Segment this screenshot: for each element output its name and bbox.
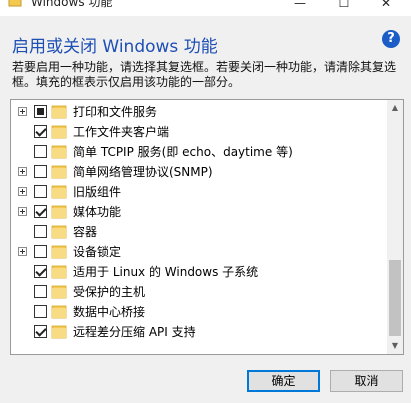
feature-label: 远程差分压缩 API 支持 bbox=[73, 325, 196, 339]
windows-features-icon bbox=[8, 0, 22, 7]
feature-label: 受保护的主机 bbox=[73, 285, 146, 299]
feature-label: 适用于 Linux 的 Windows 子系统 bbox=[73, 265, 259, 279]
feature-label: 工作文件夹客户端 bbox=[73, 125, 170, 139]
feature-checkbox[interactable] bbox=[34, 265, 47, 278]
feature-row[interactable]: 简单网络管理协议(SNMP) bbox=[11, 163, 387, 183]
folder-icon bbox=[51, 125, 67, 139]
expand-plus-icon[interactable] bbox=[18, 207, 27, 216]
expand-plus-icon[interactable] bbox=[18, 187, 27, 196]
feature-checkbox[interactable] bbox=[34, 325, 47, 338]
folder-icon bbox=[51, 285, 67, 299]
feature-row[interactable]: 旧版组件 bbox=[11, 183, 387, 203]
expand-plus-icon[interactable] bbox=[18, 247, 27, 256]
feature-row[interactable]: 数据中心桥接 bbox=[11, 303, 387, 323]
vertical-scrollbar[interactable]: ▲ ▼ bbox=[387, 100, 403, 354]
feature-checkbox[interactable] bbox=[34, 305, 47, 318]
feature-checkbox[interactable] bbox=[34, 165, 47, 178]
feature-row[interactable]: 受保护的主机 bbox=[11, 283, 387, 303]
ok-button[interactable]: 确定 bbox=[247, 370, 320, 392]
cancel-button[interactable]: 取消 bbox=[330, 370, 403, 392]
feature-checkbox[interactable] bbox=[34, 145, 47, 158]
feature-row[interactable]: 远程差分压缩 API 支持 bbox=[11, 323, 387, 343]
maximize-button[interactable]: ☐ bbox=[324, 0, 364, 14]
feature-checkbox[interactable] bbox=[34, 125, 47, 138]
folder-icon bbox=[51, 225, 67, 239]
feature-label: 打印和文件服务 bbox=[73, 105, 158, 119]
feature-label: 容器 bbox=[73, 225, 98, 239]
folder-icon bbox=[51, 145, 67, 159]
feature-row[interactable]: 简单 TCPIP 服务(即 echo、daytime 等) bbox=[11, 143, 387, 163]
feature-checkbox[interactable] bbox=[34, 245, 47, 258]
feature-checkbox[interactable] bbox=[34, 105, 47, 118]
feature-row[interactable]: 媒体功能 bbox=[11, 203, 387, 223]
feature-row[interactable]: 适用于 Linux 的 Windows 子系统 bbox=[11, 263, 387, 283]
feature-label: 媒体功能 bbox=[73, 205, 122, 219]
scroll-down-arrow-icon[interactable]: ▼ bbox=[387, 338, 403, 354]
feature-row[interactable]: 工作文件夹客户端 bbox=[11, 123, 387, 143]
help-icon[interactable]: ? bbox=[382, 30, 400, 48]
feature-checkbox[interactable] bbox=[34, 185, 47, 198]
feature-checkbox[interactable] bbox=[34, 225, 47, 238]
feature-checkbox[interactable] bbox=[34, 205, 47, 218]
folder-icon bbox=[51, 265, 67, 279]
feature-label: 简单 TCPIP 服务(即 echo、daytime 等) bbox=[73, 145, 293, 159]
feature-row[interactable]: 打印和文件服务 bbox=[11, 103, 387, 123]
folder-icon bbox=[51, 325, 67, 339]
instructions-text: 若要启用一种功能，请选择其复选框。若要关闭一种功能，请清除其复选框。填充的框表示… bbox=[12, 60, 397, 89]
folder-icon bbox=[51, 105, 67, 119]
page-title: 启用或关闭 Windows 功能 bbox=[12, 37, 218, 57]
feature-row[interactable]: 设备锁定 bbox=[11, 243, 387, 263]
feature-label: 数据中心桥接 bbox=[73, 305, 146, 319]
feature-label: 设备锁定 bbox=[73, 245, 122, 259]
feature-row[interactable]: 容器 bbox=[11, 223, 387, 243]
expand-plus-icon[interactable] bbox=[18, 167, 27, 176]
expand-plus-icon[interactable] bbox=[18, 107, 27, 116]
folder-icon bbox=[51, 245, 67, 259]
folder-icon bbox=[51, 205, 67, 219]
close-button[interactable]: ✕ bbox=[366, 0, 406, 14]
minimize-button[interactable]: — bbox=[280, 0, 320, 14]
feature-label: 简单网络管理协议(SNMP) bbox=[73, 165, 213, 179]
folder-icon bbox=[51, 165, 67, 179]
title-bar: Windows 功能 — ☐ ✕ bbox=[0, 0, 411, 16]
scroll-up-arrow-icon[interactable]: ▲ bbox=[387, 100, 403, 116]
folder-icon bbox=[51, 305, 67, 319]
window-title: Windows 功能 bbox=[31, 0, 113, 9]
scroll-thumb[interactable] bbox=[389, 260, 401, 336]
folder-icon bbox=[51, 185, 67, 199]
feature-checkbox[interactable] bbox=[34, 285, 47, 298]
features-tree: 打印和文件服务 工作文件夹客户端简单 TCPIP 服务(即 echo、daytim… bbox=[10, 99, 404, 355]
feature-label: 旧版组件 bbox=[73, 185, 122, 199]
